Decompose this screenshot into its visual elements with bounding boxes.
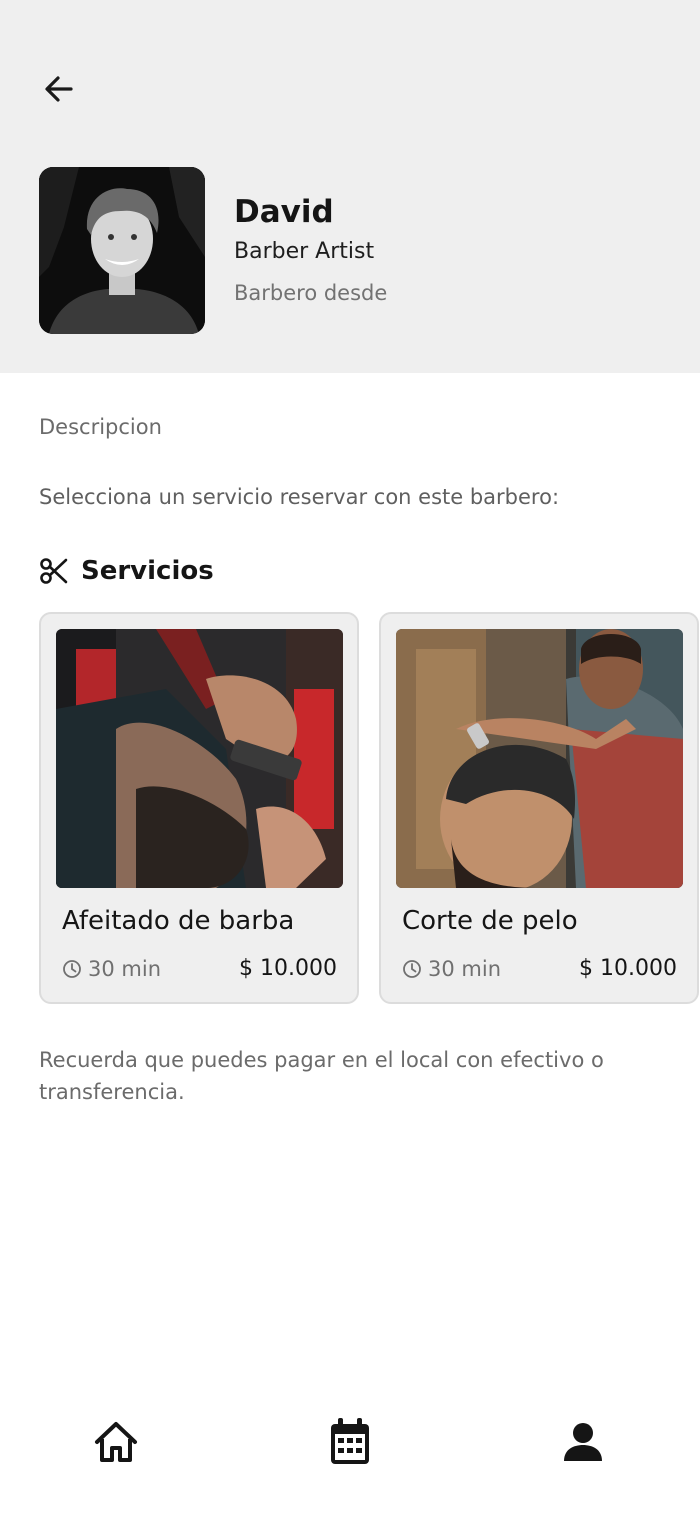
select-service-prompt: Selecciona un servicio reservar con este…	[39, 485, 560, 509]
service-meta: 30 min $ 10.000	[62, 956, 337, 981]
scissors-icon	[40, 558, 68, 584]
service-card-beard-shave[interactable]: Afeitado de barba 30 min $ 10.000	[39, 612, 359, 1004]
service-meta: 30 min $ 10.000	[402, 956, 677, 981]
bottom-navigation	[0, 1400, 700, 1480]
nav-profile[interactable]	[553, 1412, 613, 1472]
nav-home[interactable]	[86, 1412, 146, 1472]
profile-header: David Barber Artist Barbero desde	[0, 0, 700, 373]
service-price: $ 10.000	[579, 956, 677, 981]
user-icon	[564, 1423, 602, 1461]
services-heading: Servicios	[39, 556, 214, 586]
service-duration: 30 min	[62, 957, 161, 981]
service-duration: 30 min	[402, 957, 501, 981]
home-icon	[95, 1422, 137, 1462]
services-title: Servicios	[81, 556, 214, 586]
barber-name: David	[234, 194, 334, 230]
description-label: Descripcion	[39, 415, 162, 439]
barber-avatar	[39, 167, 205, 334]
service-duration-text: 30 min	[428, 956, 501, 981]
service-image-haircut	[396, 629, 683, 888]
back-button[interactable]	[36, 66, 82, 112]
service-name: Corte de pelo	[402, 906, 578, 936]
service-duration-text: 30 min	[88, 956, 161, 981]
service-image-beard-shave	[56, 629, 343, 888]
clock-icon	[63, 959, 81, 978]
barber-role: Barber Artist	[234, 239, 375, 264]
calendar-icon	[331, 1418, 369, 1464]
clock-icon	[403, 959, 421, 978]
arrow-left-icon	[45, 76, 73, 102]
payment-note: Recuerda que puedes pagar en el local co…	[39, 1048, 604, 1104]
service-card-haircut[interactable]: Corte de pelo 30 min $ 10.000	[379, 612, 699, 1004]
barber-since-label: Barbero desde	[234, 281, 388, 305]
nav-calendar[interactable]	[320, 1412, 380, 1472]
service-name: Afeitado de barba	[62, 906, 295, 936]
service-price: $ 10.000	[239, 956, 337, 981]
